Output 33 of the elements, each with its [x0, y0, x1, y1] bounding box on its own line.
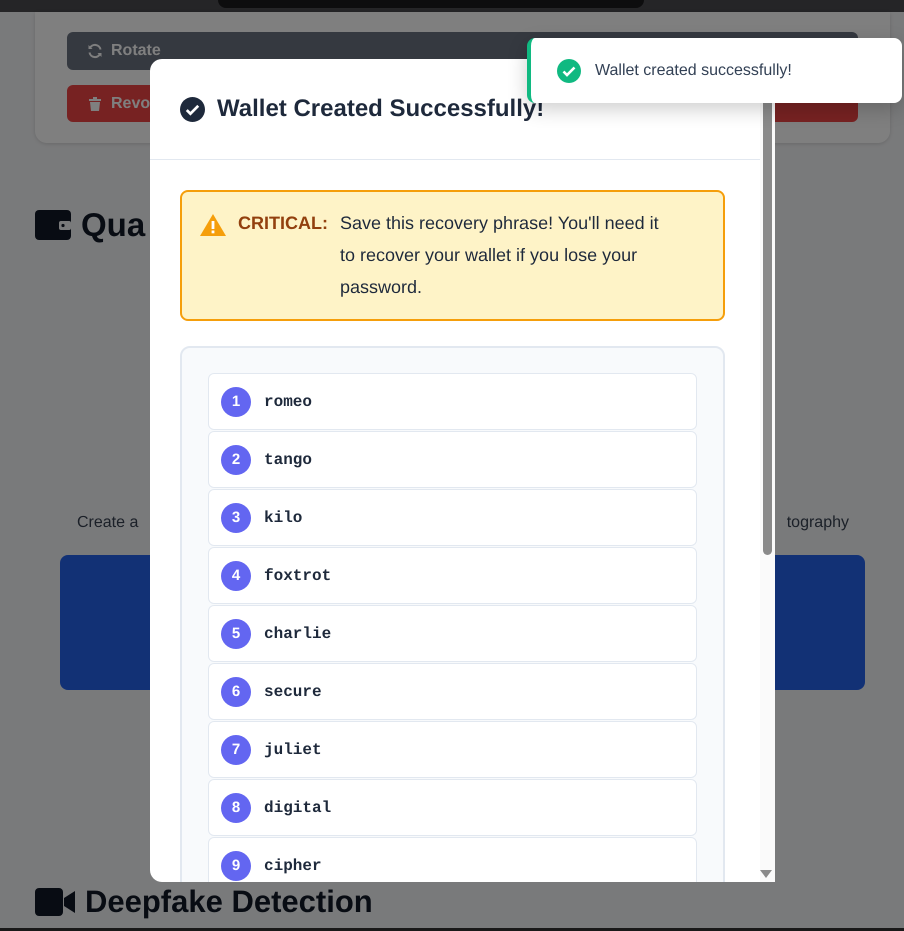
- wallet-icon: [35, 210, 71, 240]
- modal-title: Wallet Created Successfully!: [217, 95, 544, 123]
- word-text: juliet: [264, 740, 322, 758]
- video-camera-icon: [35, 888, 75, 916]
- word-text: foxtrot: [264, 566, 332, 584]
- section-heading: Qua: [81, 206, 146, 244]
- rotate-icon: [87, 43, 103, 59]
- word-number: 9: [221, 850, 251, 880]
- description-text: tography: [786, 514, 849, 532]
- alert-message: Save this recovery phrase! You'll need it to recover your wallet if you lose your password.: [340, 212, 660, 299]
- scroll-down-icon[interactable]: [760, 870, 772, 878]
- word-text: tango: [264, 450, 312, 468]
- word-number: 7: [221, 734, 251, 764]
- word-number: 1: [221, 386, 251, 416]
- word-text: charlie: [264, 624, 332, 642]
- word-text: secure: [264, 682, 322, 700]
- word-text: cipher: [264, 856, 322, 874]
- trash-icon: [87, 96, 103, 112]
- check-circle-icon: [557, 58, 581, 82]
- word-number: 8: [221, 792, 251, 822]
- warning-icon: [200, 214, 226, 236]
- word-text: romeo: [264, 392, 312, 410]
- word-text: digital: [264, 798, 332, 816]
- word-number: 3: [221, 502, 251, 532]
- word-number: 5: [221, 618, 251, 648]
- alert-label: CRITICAL:: [238, 212, 328, 235]
- section-heading: Deepfake Detection: [85, 884, 373, 920]
- check-circle-icon: [180, 96, 205, 122]
- word-number: 4: [221, 560, 251, 590]
- description-text: Create a: [77, 514, 138, 532]
- word-number: 6: [221, 676, 251, 706]
- word-text: kilo: [264, 508, 302, 526]
- word-number: 2: [221, 444, 251, 474]
